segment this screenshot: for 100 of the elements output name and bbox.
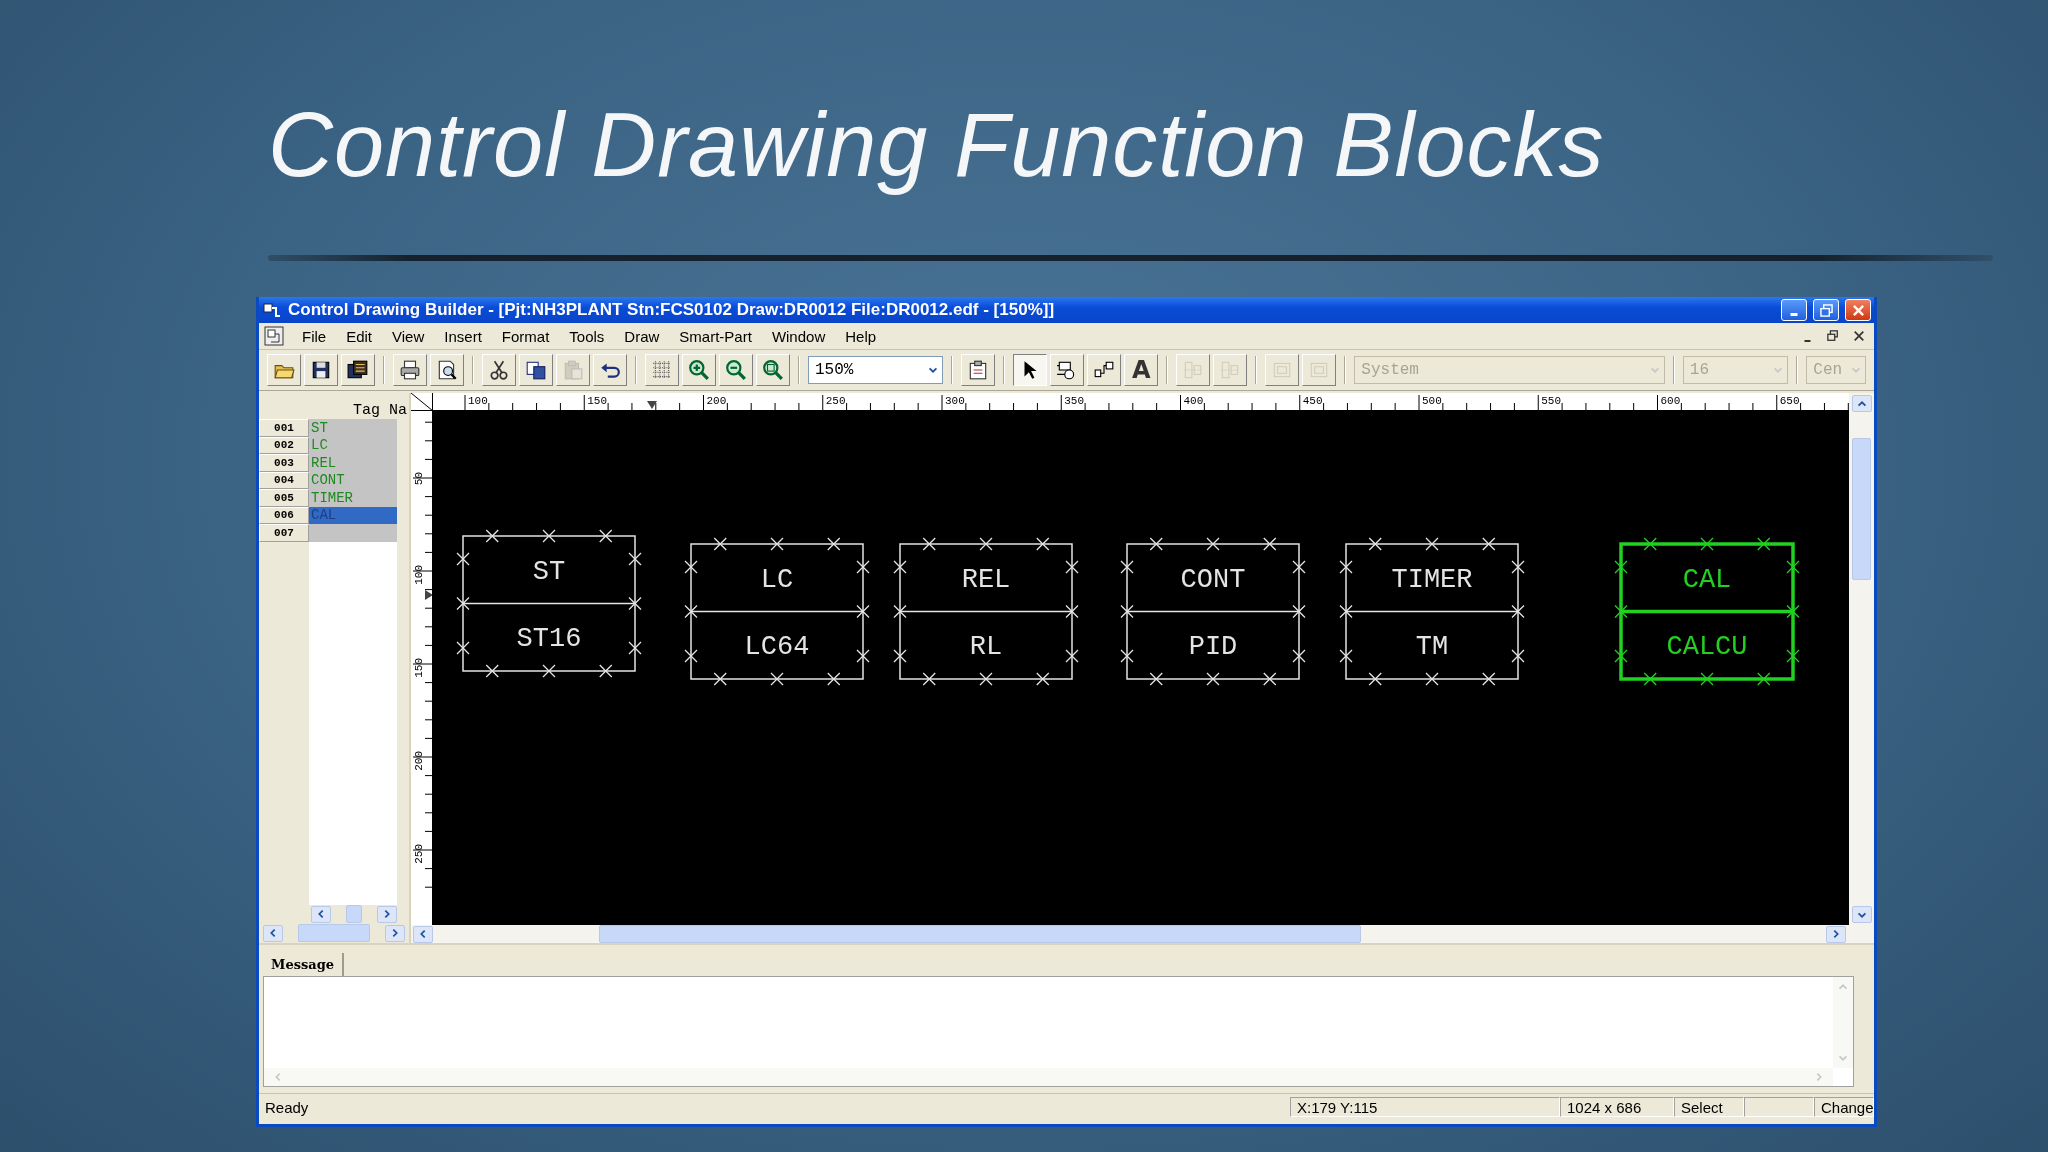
ruler-label: 350 [1064,395,1085,407]
zoom-out-button[interactable] [719,354,753,386]
scroll-up-button[interactable] [1851,395,1872,412]
magnifier-icon [762,359,784,381]
zoom-in-icon [688,359,710,381]
block-tag: TIMER [1391,564,1473,595]
save-button[interactable] [304,354,338,386]
open-button[interactable] [267,354,301,386]
ruler-label: 400 [1183,395,1204,407]
mode-indicator: Select [1674,1097,1744,1117]
properties-button[interactable] [961,354,996,386]
scroll-right-button[interactable] [1826,925,1846,943]
connector-tool-button[interactable] [1087,354,1122,386]
row-number: 007 [259,524,309,542]
ruler-label: 250 [825,395,846,407]
ruler-label: 550 [1541,395,1562,407]
scroll-left-button[interactable] [413,925,433,943]
document-icon [263,326,285,346]
menu-item[interactable]: Smart-Part [670,325,761,347]
block-type: ST16 [516,624,582,655]
block-type: TM [1415,632,1449,663]
print-preview-icon [436,359,458,381]
ruler-label: 100 [468,395,488,407]
scroll-thumb[interactable] [346,905,362,923]
menu-item[interactable]: Draw [615,325,669,347]
zoom-out-icon [725,359,747,381]
ruler-label: 150 [413,658,425,678]
grid-button[interactable] [645,354,679,386]
floppy-disks-icon [347,359,369,381]
restore-icon [1819,303,1833,317]
ruler-label: 50 [413,472,425,486]
menu-item[interactable]: Tools [560,325,614,347]
undo-button[interactable] [593,354,627,386]
app-icon [262,300,282,320]
block-tag: CONT [1180,564,1246,595]
ruler-label: 100 [413,565,425,585]
block-type: LC64 [744,632,810,663]
scroll-down-button[interactable] [1851,906,1872,923]
close-icon [1853,330,1865,342]
paste-icon [562,359,584,381]
canvas-size: 1024 x 686 [1560,1097,1674,1117]
block-tag: CAL [1682,564,1732,595]
block-tag: LC [760,564,794,595]
block-tag: ST [532,556,566,587]
ruler-label: 250 [413,844,425,864]
cut-button[interactable] [482,354,516,386]
scroll-thumb[interactable] [1852,438,1871,580]
column-header: Tag Na [353,402,407,419]
printer-icon [399,359,421,381]
ruler-label: 300 [945,395,965,407]
row-number: 001 [259,419,309,437]
scroll-right-button[interactable] [385,924,405,942]
menu-item[interactable]: View [383,325,434,347]
menu-item[interactable]: Insert [435,325,491,347]
print-button[interactable] [393,354,427,386]
minimize-icon [1790,312,1798,316]
close-icon [1851,303,1865,317]
minimize-button[interactable] [1781,299,1807,321]
copy-button[interactable] [519,354,553,386]
row-number: 003 [259,454,309,472]
menu-item[interactable]: File [293,325,336,347]
maximize-button[interactable] [1813,299,1839,321]
scroll-thumb[interactable] [298,924,370,942]
restore-icon [1827,330,1839,342]
block-tag: REL [961,564,1011,595]
block-tool-button[interactable] [1050,354,1085,386]
ruler-label: 150 [587,395,608,407]
scroll-thumb[interactable] [599,925,1361,943]
row-number: 005 [259,489,309,507]
block-type: CALCU [1666,632,1748,663]
select-tool-button[interactable] [1013,354,1048,386]
block-type: RL [969,632,1003,663]
menu-item[interactable]: Format [492,325,559,347]
ruler-label: 450 [1302,395,1323,407]
scissors-icon [488,359,510,381]
close-button[interactable] [1845,299,1871,321]
scroll-right-button[interactable] [377,905,397,923]
save-all-button[interactable] [341,354,375,386]
menu-item[interactable]: Window [762,325,835,347]
menu-item[interactable]: Edit [337,325,382,347]
slide-title: Control Drawing Function Blocks [268,95,1606,195]
text-tool-button[interactable]: A [1124,354,1159,386]
status-text: Ready [264,1097,310,1117]
ruler-label: 650 [1779,395,1800,407]
state-indicator: Change [1814,1097,1874,1117]
scroll-left-button[interactable] [311,905,331,923]
ruler-label: 600 [1660,395,1681,407]
zoom-combo[interactable]: 150% [808,356,944,384]
print-preview-button[interactable] [430,354,464,386]
menu-item[interactable]: Help [836,325,886,347]
ruler-label: 200 [706,395,727,407]
block-type: PID [1188,632,1238,663]
zoom-fit-button[interactable] [756,354,790,386]
status-pane [1744,1097,1814,1117]
ruler-label: 200 [413,751,425,771]
ruler-marker-icon [647,401,657,409]
window-title: Control Drawing Builder - [Pjt:NH3PLANT Stn:FCS0102 Draw:DR0012 File:DR0012.edf - [150%]] [288,300,1056,320]
grid-icon [651,359,673,381]
scroll-left-button[interactable] [263,924,283,942]
zoom-in-button[interactable] [682,354,716,386]
